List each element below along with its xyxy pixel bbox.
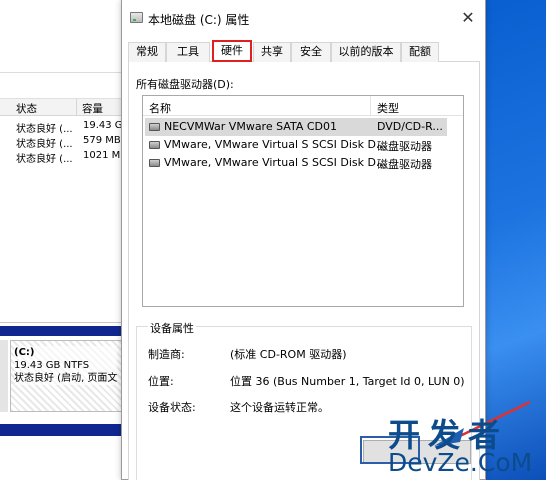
drive-row[interactable]: NECVMWar VMware SATA CD01 DVD/CD-R... bbox=[145, 118, 447, 136]
manufacturer-value: (标准 CD-ROM 驱动器) bbox=[230, 348, 347, 361]
disk-drive-icon bbox=[149, 159, 160, 167]
partition-size: 19.43 GB NTFS bbox=[14, 360, 90, 371]
disk-bar bbox=[0, 326, 122, 336]
tab-bar: 常规 工具 硬件 共享 安全 以前的版本 配额 bbox=[128, 40, 480, 62]
drive-list-header: 名称 类型 bbox=[143, 96, 463, 116]
partition-status: 状态良好 (启动, 页面文 bbox=[14, 373, 118, 384]
column-header-name[interactable]: 名称 bbox=[149, 100, 171, 116]
location-label: 位置: bbox=[148, 375, 174, 388]
drive-type: 磁盘驱动器 bbox=[377, 140, 432, 153]
watermark-en: DevZe.CoM bbox=[388, 448, 533, 477]
column-header-type[interactable]: 类型 bbox=[377, 100, 399, 116]
drive-name: VMware, VMware Virtual S SCSI Disk D... bbox=[164, 156, 387, 169]
volume-status: 状态良好 (... bbox=[16, 124, 73, 135]
column-header-status[interactable]: 状态 bbox=[16, 101, 37, 116]
volume-row[interactable]: 状态良好 (... 1021 M bbox=[0, 149, 122, 165]
tab-security[interactable]: 安全 bbox=[291, 42, 331, 62]
drive-row[interactable]: VMware, VMware Virtual S SCSI Disk D... … bbox=[145, 154, 447, 172]
volume-status: 状态良好 (... bbox=[16, 154, 73, 165]
tab-previous-versions[interactable]: 以前的版本 bbox=[331, 42, 401, 62]
column-divider bbox=[76, 99, 77, 115]
dialog-title: 本地磁盘 (C:) 属性 bbox=[148, 13, 250, 27]
tab-hardware[interactable]: 硬件 bbox=[212, 40, 252, 62]
drive-name: VMware, VMware Virtual S SCSI Disk D... bbox=[164, 138, 387, 151]
volume-list-header: 状态 容量 bbox=[0, 98, 122, 116]
tab-sharing[interactable]: 共享 bbox=[253, 42, 291, 62]
volume-status: 状态良好 (... bbox=[16, 139, 73, 150]
column-header-capacity[interactable]: 容量 bbox=[82, 101, 103, 116]
drive-list[interactable]: 名称 类型 NECVMWar VMware SATA CD01 DVD/CD-R… bbox=[142, 95, 464, 307]
volume-row[interactable]: 状态良好 (... 579 MB bbox=[0, 134, 122, 150]
partition-label: (C:) bbox=[14, 347, 35, 358]
toolbar-divider bbox=[0, 72, 122, 73]
drives-label: 所有磁盘驱动器(D): bbox=[136, 78, 234, 91]
tab-quota[interactable]: 配额 bbox=[401, 42, 439, 62]
volume-capacity: 1021 M bbox=[83, 150, 121, 161]
device-properties-title: 设备属性 bbox=[148, 320, 196, 336]
volume-capacity: 19.43 G bbox=[83, 120, 123, 131]
manufacturer-label: 制造商: bbox=[148, 348, 185, 361]
partition-c-info: (C:) 19.43 GB NTFS 状态良好 (启动, 页面文 bbox=[14, 346, 118, 385]
column-divider bbox=[370, 96, 371, 116]
device-status-label: 设备状态: bbox=[148, 401, 196, 414]
title-bar[interactable]: 本地磁盘 (C:) 属性 ✕ bbox=[122, 0, 485, 36]
cdrom-drive-icon bbox=[149, 123, 160, 131]
disk-label-strip bbox=[0, 340, 8, 412]
device-status-value: 这个设备运转正常。 bbox=[230, 401, 329, 414]
volume-capacity: 579 MB bbox=[83, 135, 121, 146]
drive-row[interactable]: VMware, VMware Virtual S SCSI Disk D... … bbox=[145, 136, 447, 154]
volume-row[interactable]: 状态良好 (... 19.43 G bbox=[0, 119, 123, 135]
tab-tools[interactable]: 工具 bbox=[166, 42, 210, 62]
drive-type: 磁盘驱动器 bbox=[377, 158, 432, 171]
drive-type: DVD/CD-R... bbox=[377, 120, 443, 133]
location-value: 位置 36 (Bus Number 1, Target Id 0, LUN 0) bbox=[230, 375, 465, 388]
drive-name: NECVMWar VMware SATA CD01 bbox=[164, 120, 337, 133]
close-button[interactable]: ✕ bbox=[456, 6, 480, 30]
disk-bar bbox=[0, 424, 122, 436]
disk-management-window: 状态 容量 状态良好 (... 19.43 G 状态良好 (... 579 MB… bbox=[0, 0, 123, 480]
drive-icon bbox=[130, 12, 143, 23]
disk-drive-icon bbox=[149, 141, 160, 149]
tab-general[interactable]: 常规 bbox=[128, 42, 166, 62]
